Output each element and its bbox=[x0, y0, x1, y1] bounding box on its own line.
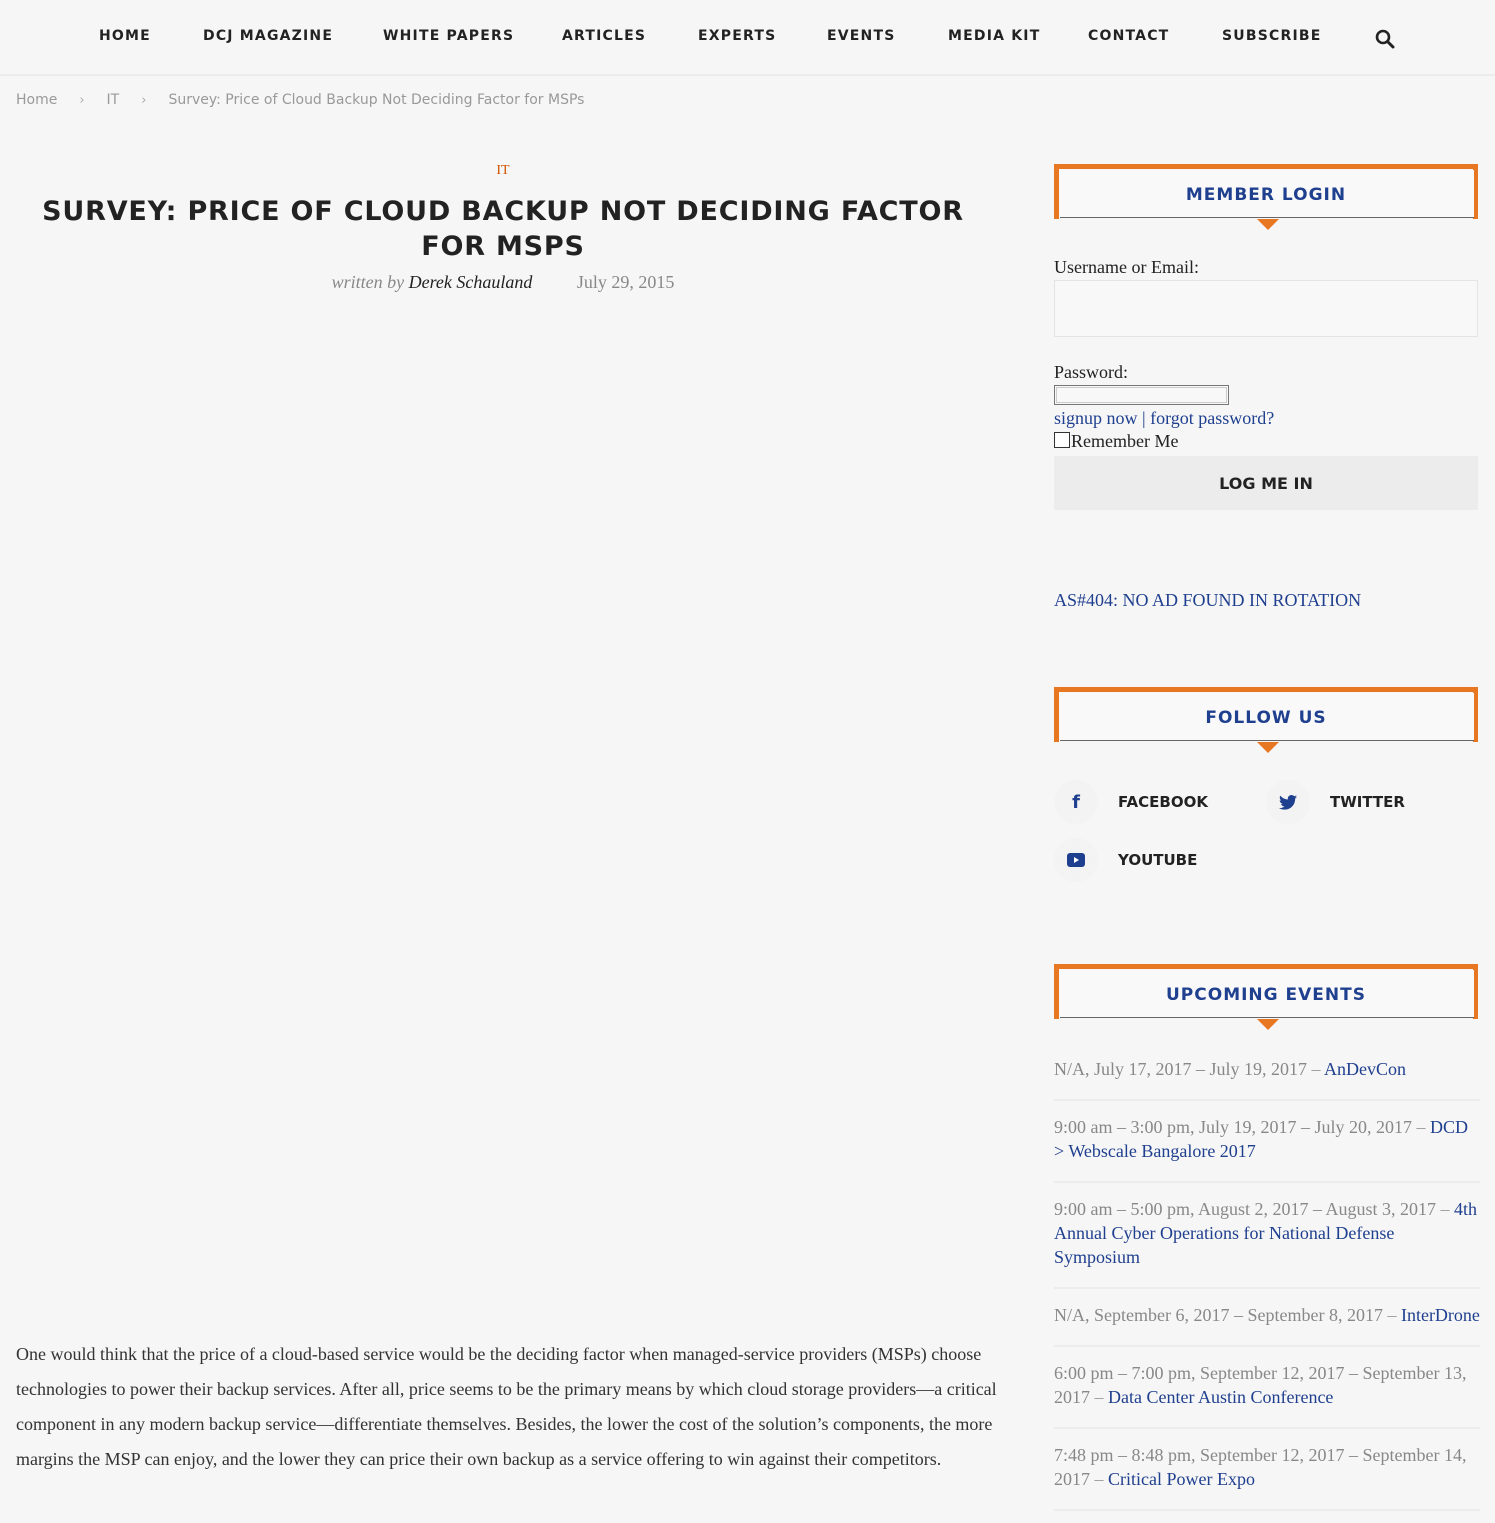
event-dash: – bbox=[1412, 1117, 1431, 1137]
nav-item-contact[interactable]: CONTACT bbox=[1088, 28, 1169, 44]
nav-item-experts[interactable]: EXPERTS bbox=[698, 28, 776, 44]
event-item: N/A, September 6, 2017 – September 8, 20… bbox=[1054, 1301, 1480, 1347]
event-dash: – bbox=[1436, 1199, 1455, 1219]
nav-item-white-papers[interactable]: WHITE PAPERS bbox=[383, 28, 514, 44]
caret-down-icon bbox=[1257, 742, 1279, 753]
breadcrumb-separator: › bbox=[79, 93, 85, 108]
event-item: N/A, July 17, 2017 – July 19, 2017 – AnD… bbox=[1054, 1055, 1480, 1101]
username-label: Username or Email: bbox=[1054, 257, 1199, 277]
search-icon[interactable] bbox=[1375, 29, 1395, 49]
username-input[interactable] bbox=[1054, 280, 1478, 337]
top-navigation: HOME DCJ MAGAZINE WHITE PAPERS ARTICLES … bbox=[0, 0, 1495, 76]
remember-me-label[interactable]: Remember Me bbox=[1071, 431, 1178, 451]
event-link[interactable]: Data Center Austin Conference bbox=[1108, 1387, 1333, 1407]
event-item: 7:48 pm – 8:48 pm, September 12, 2017 – … bbox=[1054, 1441, 1480, 1511]
nav-item-articles[interactable]: ARTICLES bbox=[562, 28, 646, 44]
password-label: Password: bbox=[1054, 362, 1129, 382]
nav-item-home[interactable]: HOME bbox=[99, 28, 151, 44]
caret-down-icon bbox=[1257, 1019, 1279, 1030]
event-item: 9:00 am – 3:00 pm, July 19, 2017 – July … bbox=[1054, 1113, 1480, 1183]
event-item: 9:00 am – 5:00 pm, August 2, 2017 – Augu… bbox=[1054, 1195, 1480, 1289]
facebook-icon: f bbox=[1054, 780, 1098, 824]
breadcrumb-separator: › bbox=[141, 93, 147, 108]
event-dash: – bbox=[1090, 1387, 1108, 1407]
article-byline: written by Derek Schauland July 29, 2015 bbox=[0, 272, 1006, 293]
event-time: N/A, July 17, 2017 – July 19, 2017 bbox=[1054, 1059, 1308, 1079]
event-time: 9:00 am – 5:00 pm, August 2, 2017 – Augu… bbox=[1054, 1199, 1437, 1219]
event-item: 6:00 pm – 7:00 pm, September 12, 2017 – … bbox=[1054, 1359, 1480, 1429]
remember-me: Remember Me bbox=[1054, 431, 1178, 452]
member-login-header: MEMBER LOGIN bbox=[1054, 164, 1478, 230]
social-label: FACEBOOK bbox=[1118, 793, 1208, 811]
event-dash: – bbox=[1090, 1469, 1108, 1489]
event-time: N/A, September 6, 2017 – September 8, 20… bbox=[1054, 1305, 1383, 1325]
event-dash: – bbox=[1382, 1305, 1401, 1325]
article-title: SURVEY: PRICE OF CLOUD BACKUP NOT DECIDI… bbox=[42, 196, 964, 262]
widget-title: MEMBER LOGIN bbox=[1185, 185, 1347, 205]
social-facebook[interactable]: f FACEBOOK bbox=[1054, 780, 1208, 824]
breadcrumb-category[interactable]: IT bbox=[107, 92, 120, 108]
upcoming-events-header: UPCOMING EVENTS bbox=[1054, 964, 1478, 1030]
nav-item-subscribe[interactable]: SUBSCRIBE bbox=[1222, 28, 1322, 44]
nav-item-dcj-magazine[interactable]: DCJ MAGAZINE bbox=[203, 28, 333, 44]
widget-title: FOLLOW US bbox=[1205, 708, 1327, 728]
article-date: July 29, 2015 bbox=[576, 272, 675, 292]
youtube-icon bbox=[1054, 838, 1098, 882]
social-youtube[interactable]: YOUTUBE bbox=[1054, 838, 1197, 882]
article-paragraph: One would think that the price of a clou… bbox=[16, 1344, 997, 1469]
event-link[interactable]: Critical Power Expo bbox=[1108, 1469, 1255, 1489]
event-dash: – bbox=[1307, 1059, 1325, 1079]
nav-item-media-kit[interactable]: MEDIA KIT bbox=[948, 28, 1040, 44]
breadcrumb-current: Survey: Price of Cloud Backup Not Decidi… bbox=[168, 92, 585, 108]
event-time: 9:00 am – 3:00 pm, July 19, 2017 – July … bbox=[1054, 1117, 1413, 1137]
event-link[interactable]: InterDrone bbox=[1401, 1305, 1480, 1325]
social-twitter[interactable]: TWITTER bbox=[1266, 780, 1405, 824]
remember-me-checkbox[interactable] bbox=[1054, 432, 1070, 448]
caret-down-icon bbox=[1257, 219, 1279, 230]
event-link[interactable]: AnDevCon bbox=[1324, 1059, 1406, 1079]
twitter-icon bbox=[1266, 780, 1310, 824]
widget-title: UPCOMING EVENTS bbox=[1166, 985, 1366, 1005]
article-category[interactable]: IT bbox=[0, 163, 1006, 179]
breadcrumb-home[interactable]: Home bbox=[16, 92, 57, 108]
signup-link[interactable]: signup now bbox=[1054, 408, 1138, 428]
breadcrumb: Home › IT › Survey: Price of Cloud Backup No… bbox=[16, 92, 584, 108]
login-links: signup now | forgot password? bbox=[1054, 408, 1274, 429]
forgot-password-link[interactable]: forgot password? bbox=[1150, 408, 1274, 428]
social-label: TWITTER bbox=[1330, 793, 1405, 811]
written-by-label: written by bbox=[331, 272, 405, 292]
log-in-button[interactable]: LOG ME IN bbox=[1054, 456, 1478, 510]
nav-item-events[interactable]: EVENTS bbox=[827, 28, 896, 44]
password-input[interactable] bbox=[1054, 385, 1229, 405]
links-separator: | bbox=[1137, 408, 1151, 428]
ad-placeholder-link[interactable]: AS#404: NO AD FOUND IN ROTATION bbox=[1054, 590, 1361, 611]
follow-us-header: FOLLOW US bbox=[1054, 687, 1478, 753]
author-link[interactable]: Derek Schauland bbox=[409, 272, 533, 292]
social-label: YOUTUBE bbox=[1118, 851, 1198, 869]
events-list: N/A, July 17, 2017 – July 19, 2017 – AnD… bbox=[1054, 1055, 1480, 1523]
